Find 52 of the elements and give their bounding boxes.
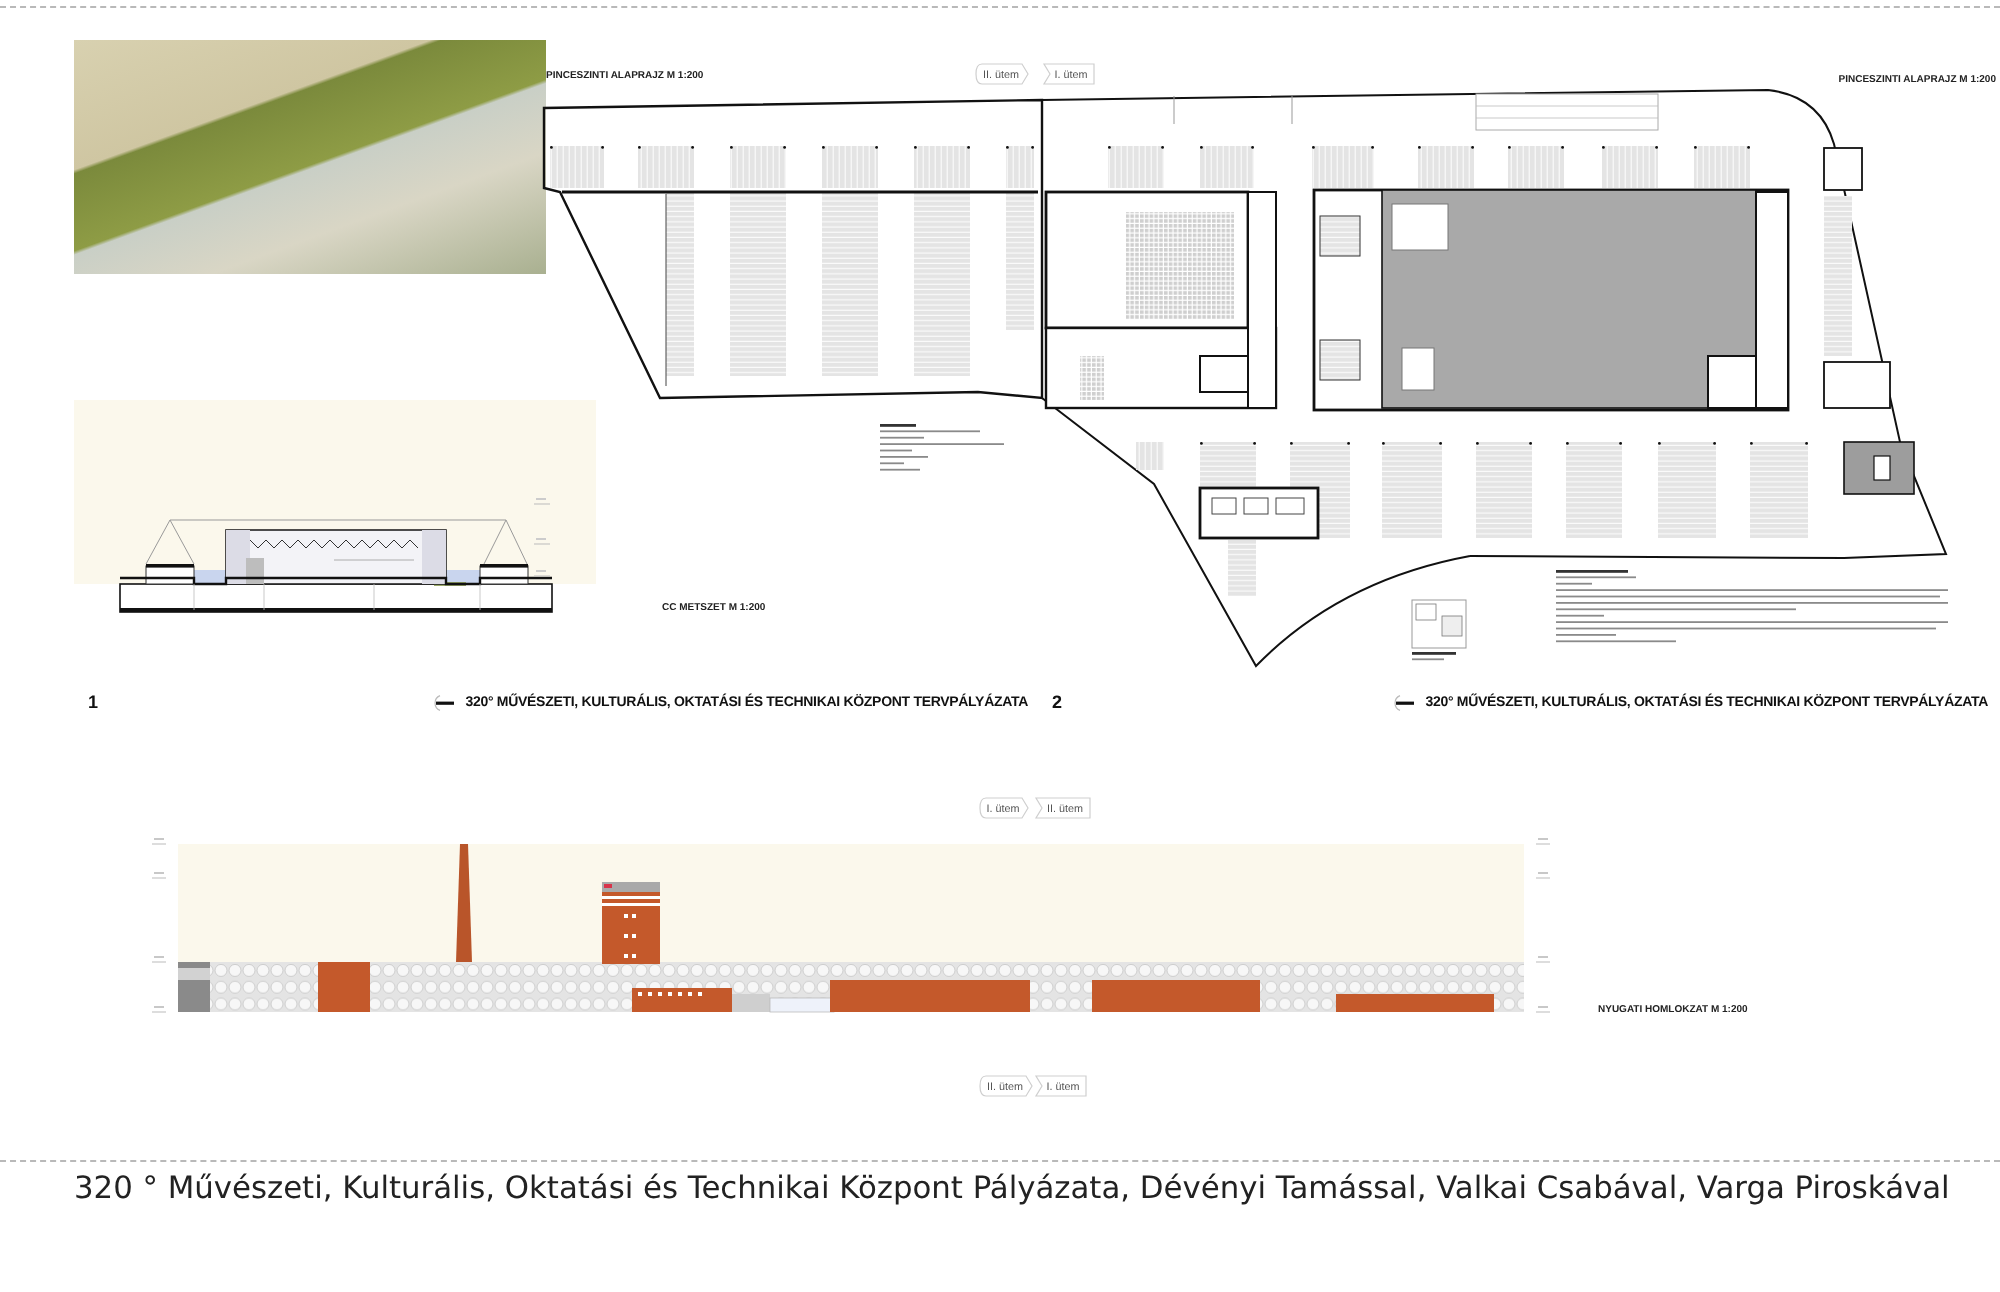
parking-stalls	[914, 146, 970, 188]
parking-stalls	[1200, 146, 1254, 188]
level-mark	[1535, 956, 1551, 963]
level-mark	[533, 538, 551, 545]
parking-stalls	[822, 146, 878, 188]
inset-plan-drawing	[1411, 599, 1467, 649]
level-mark	[533, 498, 551, 505]
text-lines-drawing	[880, 424, 1004, 471]
caption: 320 ° Művészeti, Kulturális, Oktatási és Technikai Központ Pályázata, Dévényi Tamással, Valkai Csabával, Varga Piroskával	[74, 1170, 1950, 1206]
small-building-plan	[1198, 486, 1320, 540]
grid-axis-line	[1173, 95, 1175, 125]
sheet-number: 2	[1052, 692, 1063, 712]
parking-stalls	[730, 146, 786, 188]
parking-stalls	[1694, 146, 1750, 188]
parking-stalls	[1312, 146, 1374, 188]
parking-stalls	[1750, 442, 1808, 538]
parking-stalls	[1658, 442, 1716, 538]
concrete-wall	[732, 994, 770, 1012]
parking-stalls	[1418, 146, 1474, 188]
parking-stalls	[1508, 146, 1564, 188]
sheet-number: 1	[88, 692, 99, 712]
parking-stalls	[550, 146, 604, 188]
level-mark	[151, 838, 167, 845]
level-mark	[1535, 872, 1551, 879]
parking-stalls	[1006, 192, 1034, 330]
parking-stalls	[638, 146, 694, 188]
level-mark	[533, 570, 551, 577]
stair-room-plan	[1843, 441, 1915, 495]
brick-wall	[632, 988, 732, 1012]
brick-wall	[318, 962, 370, 1012]
parking-stalls	[1006, 146, 1034, 188]
parking-stalls	[1136, 442, 1164, 470]
north-arrow-icon	[1389, 693, 1418, 711]
text-lines-drawing	[1412, 652, 1456, 661]
level-mark	[151, 1006, 167, 1013]
level-mark	[1535, 838, 1551, 845]
concrete-block	[178, 962, 210, 1012]
chimney	[456, 844, 472, 962]
level-mark	[151, 956, 167, 963]
level-mark	[151, 872, 167, 879]
parking-stalls	[1602, 146, 1658, 188]
glass-wall	[769, 997, 835, 1013]
grid-axis-line	[1291, 95, 1293, 125]
parking-stalls	[1382, 442, 1442, 538]
parking-stalls	[1566, 442, 1622, 538]
brick-tower	[602, 882, 660, 964]
parking-stalls	[1476, 442, 1532, 538]
parking-stalls	[1108, 146, 1164, 188]
room-plan	[1823, 147, 1863, 191]
north-arrow-icon	[429, 693, 458, 711]
room-plan	[1823, 361, 1891, 409]
level-mark	[1535, 1006, 1551, 1013]
